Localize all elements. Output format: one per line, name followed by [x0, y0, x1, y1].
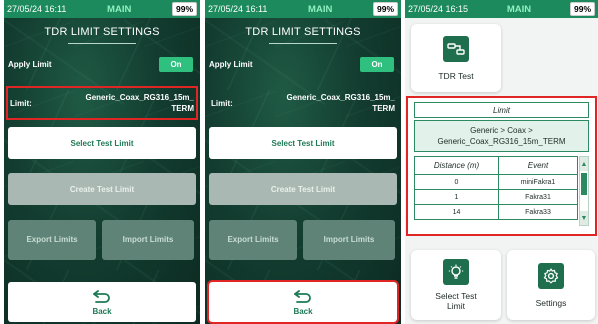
back-label: Back	[92, 306, 112, 316]
import-limits-button[interactable]: Import Limits	[102, 220, 194, 260]
limit-header: Limit	[414, 102, 589, 118]
battery-indicator: 99%	[569, 2, 595, 16]
export-limits-button[interactable]: Export Limits	[8, 220, 96, 260]
apply-limit-label: Apply Limit	[8, 60, 52, 69]
distance-cell: 1	[414, 189, 499, 205]
settings-label: Settings	[535, 297, 567, 308]
limit-path: Generic > Coax > Generic_Coax_RG316_15m_…	[414, 120, 589, 152]
tdr-test-label: TDR Test	[438, 70, 474, 81]
event-cell: miniFakra1	[498, 174, 578, 190]
event-table: Distance (m) Event 0 miniFakra1 1 Fakra3…	[414, 156, 578, 220]
limit-label: Limit:	[211, 98, 233, 108]
select-test-limit-button[interactable]: Select Test Limit	[8, 127, 196, 159]
scroll-thumb[interactable]	[581, 173, 587, 195]
select-test-limit-label: Select Test Limit	[435, 291, 477, 311]
table-row[interactable]: 0 miniFakra1	[414, 174, 578, 190]
table-row[interactable]: 1 Fakra31	[414, 189, 578, 205]
scroll-up-icon[interactable]: ▲	[580, 157, 588, 171]
limit-value: Generic_Coax_RG316_15m_TERM	[85, 93, 194, 113]
status-bar: 27/05/24 16:11 MAIN 99%	[4, 0, 200, 18]
title-underline	[68, 43, 136, 44]
limit-row: Limit: Generic_Coax_RG316_15m_TERM	[209, 88, 397, 118]
tdr-test-tile[interactable]: TDR Test	[411, 24, 501, 92]
import-limits-button[interactable]: Import Limits	[303, 220, 395, 260]
event-cell: Fakra33	[498, 204, 578, 220]
distance-cell: 0	[414, 174, 499, 190]
distance-cell: 14	[414, 204, 499, 220]
apply-limit-toggle[interactable]: On	[360, 57, 394, 72]
back-arrow-icon	[294, 289, 311, 303]
create-test-limit-button[interactable]: Create Test Limit	[8, 173, 196, 205]
limit-row: Limit: Generic_Coax_RG316_15m_TERM	[6, 86, 198, 120]
status-time: 27/05/24 16:11	[208, 4, 268, 14]
back-label: Back	[293, 306, 313, 316]
page-title: TDR LIMIT SETTINGS	[245, 26, 361, 38]
page-title: TDR LIMIT SETTINGS	[44, 26, 160, 38]
screen-limit-settings-2: 27/05/24 16:11 MAIN 99% TDR LIMIT SETTIN…	[205, 0, 401, 324]
status-mode: MAIN	[107, 3, 132, 15]
event-cell: Fakra31	[498, 189, 578, 205]
table-scrollbar[interactable]: ▲ ▼	[579, 156, 589, 226]
tdr-cable-icon	[443, 35, 469, 62]
status-mode: MAIN	[308, 3, 333, 15]
screen-main-menu: 27/05/24 16:15 MAIN 99% TDR Test Limit G…	[405, 0, 598, 324]
screen-limit-settings-1: 27/05/24 16:11 MAIN 99% TDR LIMIT SETTIN…	[4, 0, 200, 324]
scroll-down-icon[interactable]: ▼	[580, 211, 588, 225]
limit-panel: Limit Generic > Coax > Generic_Coax_RG31…	[406, 96, 597, 236]
apply-limit-label: Apply Limit	[209, 60, 253, 69]
select-test-limit-button[interactable]: Select Test Limit	[209, 127, 397, 159]
back-arrow-icon	[93, 289, 110, 303]
settings-tile[interactable]: Settings	[507, 250, 595, 320]
create-test-limit-button[interactable]: Create Test Limit	[209, 173, 397, 205]
apply-limit-toggle[interactable]: On	[159, 57, 193, 72]
select-test-limit-tile[interactable]: Select Test Limit	[411, 250, 501, 320]
status-time: 27/05/24 16:11	[7, 4, 67, 14]
status-bar: 27/05/24 16:15 MAIN 99%	[405, 0, 598, 18]
export-limits-button[interactable]: Export Limits	[209, 220, 297, 260]
status-time: 27/05/24 16:15	[408, 4, 469, 14]
back-button[interactable]: Back	[207, 280, 399, 324]
back-button[interactable]: Back	[8, 282, 196, 322]
battery-indicator: 99%	[372, 2, 398, 16]
gear-icon	[538, 262, 564, 289]
status-bar: 27/05/24 16:11 MAIN 99%	[205, 0, 401, 18]
lightbulb-icon	[443, 259, 469, 285]
limit-value: Generic_Coax_RG316_15m_TERM	[286, 93, 395, 113]
column-header-distance: Distance (m)	[414, 156, 499, 175]
status-mode: MAIN	[506, 3, 532, 15]
table-row[interactable]: 14 Fakra33	[414, 204, 578, 220]
limit-label: Limit:	[10, 98, 32, 108]
battery-indicator: 99%	[171, 2, 197, 16]
column-header-event: Event	[498, 156, 578, 175]
title-underline	[269, 43, 337, 44]
